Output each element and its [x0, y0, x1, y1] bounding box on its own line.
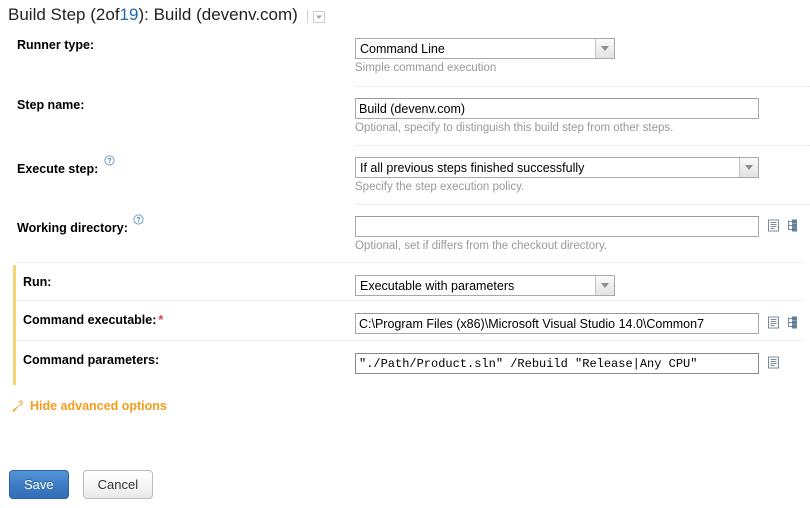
build-step-form: Runner type: Command Line Simple command…	[0, 38, 810, 380]
command-parameters-input[interactable]	[355, 353, 759, 374]
tree-browse-icon[interactable]	[786, 219, 799, 232]
title-divider	[306, 9, 308, 23]
hide-advanced-options-label: Hide advanced options	[30, 399, 167, 413]
working-directory-label-text: Working directory:	[17, 221, 128, 236]
row-command-parameters: Command parameters:	[0, 342, 810, 380]
page-title-prefix: Build Step (	[8, 5, 96, 24]
runner-type-dropdown-button[interactable]	[595, 39, 614, 58]
execute-step-label-text: Execute step:	[17, 162, 99, 177]
command-executable-field	[355, 313, 810, 334]
execute-step-label: Execute step: ?	[0, 155, 355, 177]
runner-type-hint: Simple command execution	[355, 62, 497, 74]
save-button[interactable]: Save	[9, 470, 69, 499]
step-current-index: 2	[95, 5, 106, 24]
row-command-executable: Command executable: *	[0, 302, 810, 340]
runner-type-label: Runner type:	[17, 38, 95, 52]
chevron-down-icon	[601, 46, 609, 51]
form-actions: Save Cancel	[9, 470, 154, 499]
row-runner-type: Runner type: Command Line Simple command…	[0, 38, 810, 86]
row-run: Run: Executable with parameters	[0, 264, 810, 300]
tree-browse-icon[interactable]	[786, 316, 799, 329]
run-label: Run:	[23, 275, 52, 289]
execute-step-hint: Specify the step execution policy.	[355, 181, 525, 193]
step-name-field: Optional, specify to distinguish this bu…	[355, 98, 810, 134]
page-title: Build Step (2 of 19): Build (devenv.com)	[8, 5, 325, 25]
working-directory-input[interactable]	[355, 216, 759, 237]
required-marker: *	[158, 313, 164, 327]
working-directory-field: Optional, set if differs from the checko…	[355, 216, 810, 252]
command-executable-label-text: Command executable:	[23, 313, 157, 327]
runner-type-field: Command Line Simple command execution	[355, 38, 810, 74]
working-directory-icons	[767, 219, 799, 232]
execute-step-select[interactable]: If all previous steps finished successfu…	[355, 157, 759, 178]
svg-text:?: ?	[107, 158, 111, 165]
help-circle-icon[interactable]: ?	[104, 155, 115, 166]
wrench-icon	[10, 399, 24, 413]
command-parameters-label: Command parameters:	[23, 353, 160, 367]
chevron-down-icon[interactable]	[312, 11, 325, 23]
run-dropdown-button[interactable]	[595, 276, 614, 295]
run-value: Executable with parameters	[360, 278, 515, 293]
command-executable-label: Command executable: *	[0, 313, 355, 327]
chevron-down-icon	[745, 165, 753, 170]
command-parameters-icons	[767, 356, 780, 369]
help-circle-icon[interactable]: ?	[133, 214, 144, 225]
row-execute-step: Execute step: ? If all previous steps fi…	[0, 147, 810, 204]
hide-advanced-options-link[interactable]: Hide advanced options	[10, 399, 167, 413]
row-working-directory: Working directory: ? Optional, set if di…	[0, 206, 810, 262]
chevron-down-icon	[601, 283, 609, 288]
command-parameters-field	[355, 353, 810, 374]
advanced-section-indicator	[13, 265, 16, 385]
document-lines-icon[interactable]	[767, 316, 780, 329]
page-title-suffix: ): Build (devenv.com)	[138, 5, 298, 24]
command-executable-input[interactable]	[355, 313, 759, 334]
runner-type-select[interactable]: Command Line	[355, 38, 615, 59]
svg-text:?: ?	[137, 217, 141, 224]
runner-type-value: Command Line	[360, 41, 445, 56]
run-select[interactable]: Executable with parameters	[355, 275, 615, 296]
document-lines-icon[interactable]	[767, 356, 780, 369]
command-executable-icons	[767, 316, 799, 329]
row-step-name: Step name: Optional, specify to distingu…	[0, 88, 810, 145]
run-field: Executable with parameters	[355, 275, 810, 296]
step-name-label: Step name:	[17, 98, 85, 112]
step-name-input[interactable]	[355, 98, 759, 119]
step-name-hint: Optional, specify to distinguish this bu…	[355, 122, 674, 134]
working-directory-label: Working directory: ?	[0, 214, 355, 236]
working-directory-hint: Optional, set if differs from the checko…	[355, 240, 608, 252]
document-lines-icon[interactable]	[767, 219, 780, 232]
cancel-button[interactable]: Cancel	[82, 470, 154, 499]
execute-step-dropdown-button[interactable]	[739, 158, 758, 177]
execute-step-value: If all previous steps finished successfu…	[360, 160, 585, 175]
page-title-mid: of	[105, 5, 120, 24]
step-total-count: 19	[119, 5, 139, 24]
execute-step-field: If all previous steps finished successfu…	[355, 157, 810, 193]
